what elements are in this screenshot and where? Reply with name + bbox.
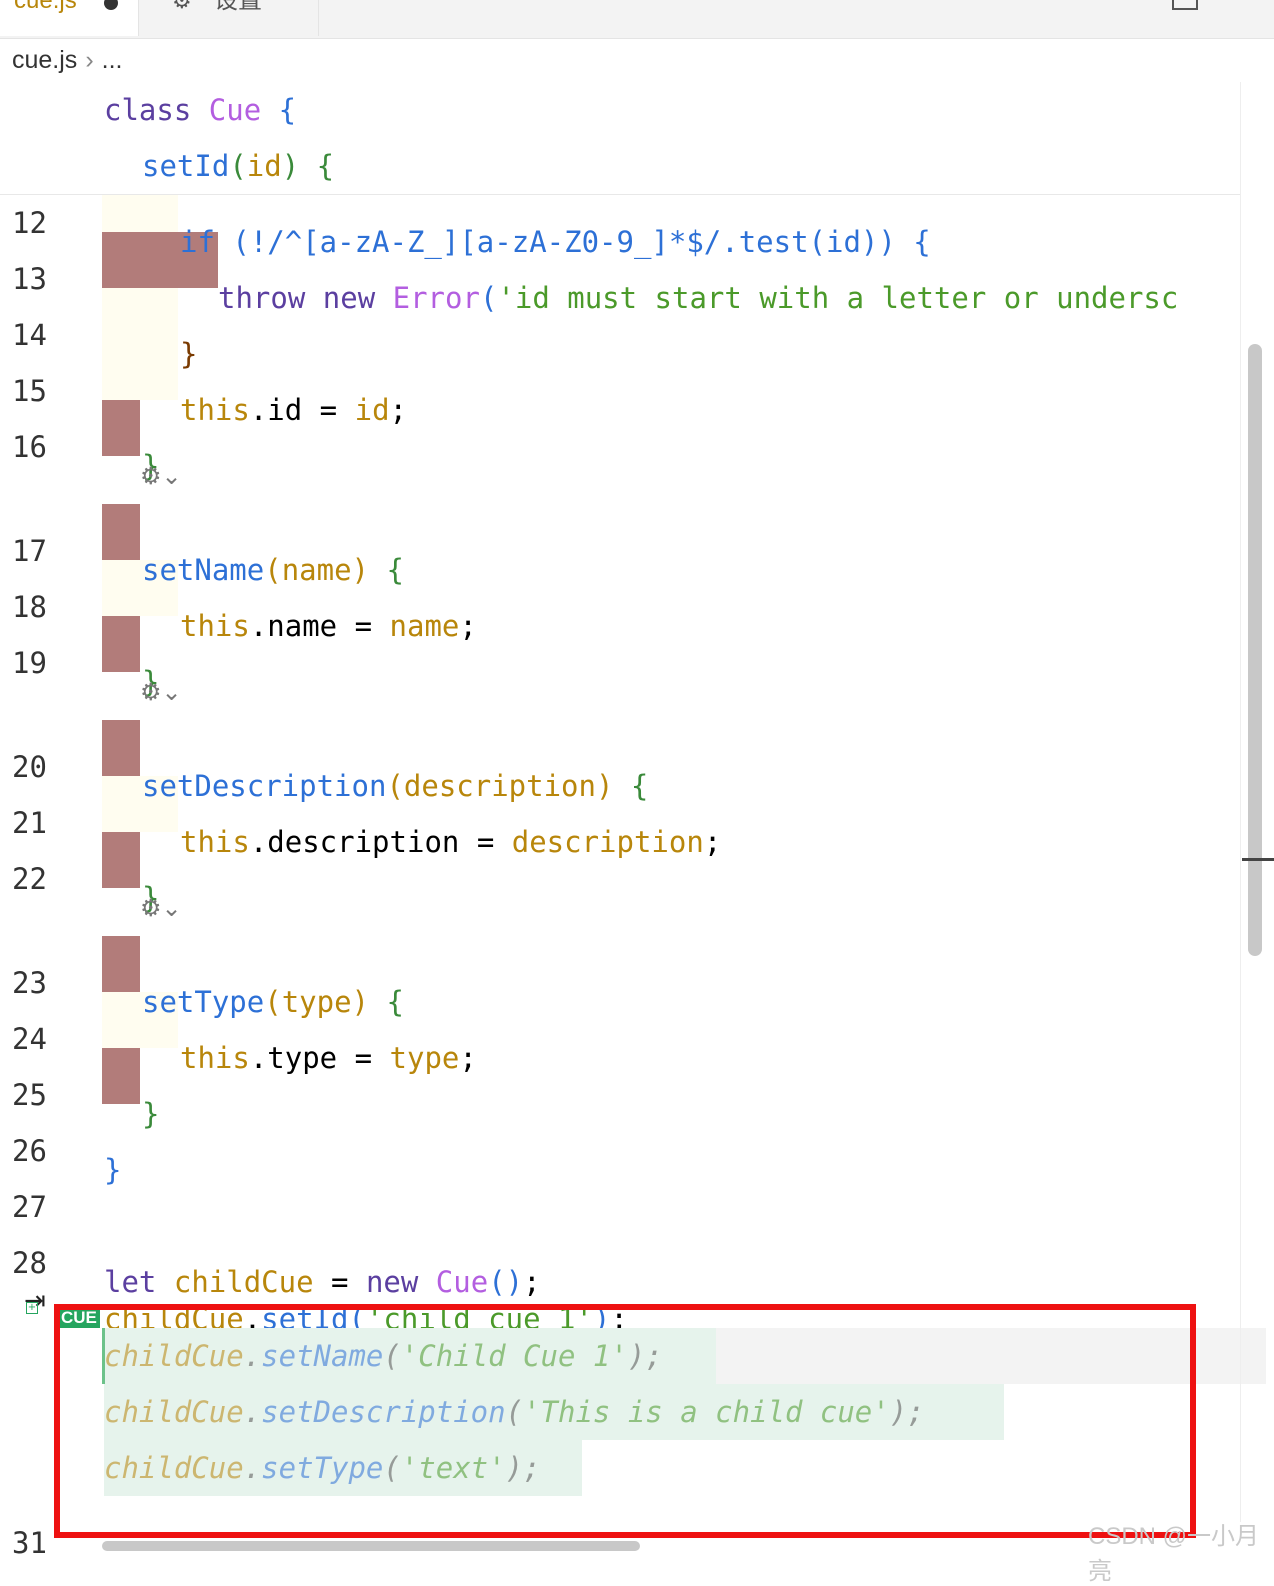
code-line[interactable]: 16 } bbox=[0, 400, 1266, 483]
keyword: class bbox=[104, 93, 192, 127]
paren: ( bbox=[229, 149, 247, 183]
scrollbar-position-marker bbox=[1242, 858, 1274, 861]
watermark: CSDN @一小月亮 bbox=[1088, 1523, 1260, 1585]
chevron-right-icon: › bbox=[85, 46, 94, 74]
tab-label: 设置 bbox=[214, 0, 262, 14]
ai-codelens-icon[interactable]: ⚙⌄ bbox=[140, 462, 182, 490]
horizontal-scrollbar-thumb[interactable] bbox=[102, 1541, 640, 1551]
split-editor-icon[interactable] bbox=[1172, 0, 1198, 10]
class-name: Cue bbox=[208, 93, 262, 127]
line-number: 16 bbox=[12, 430, 47, 464]
code-line[interactable]: 14 } bbox=[0, 288, 1266, 371]
modified-dot-icon[interactable] bbox=[104, 0, 118, 10]
tab-cue-js[interactable]: cue.js bbox=[0, 0, 139, 36]
code-line[interactable]: 24 this.type = type; bbox=[0, 992, 1266, 1075]
code-line[interactable]: 21 this.description = description; bbox=[0, 776, 1266, 859]
vertical-scrollbar-thumb[interactable] bbox=[1248, 344, 1262, 956]
code-line[interactable]: 23 setType(type) { bbox=[0, 936, 1266, 1019]
line-number: 19 bbox=[12, 646, 47, 680]
breadcrumb-more[interactable]: ... bbox=[102, 46, 123, 74]
tab-label: cue.js bbox=[14, 0, 77, 14]
breadcrumb-file[interactable]: cue.js bbox=[12, 46, 77, 74]
code-line[interactable]: 20 setDescription(description) { bbox=[0, 720, 1266, 803]
param: id bbox=[246, 149, 282, 183]
sticky-line-class[interactable]: class Cue { bbox=[104, 82, 296, 138]
tab-bar: cue.js ⚙ 设置 ··· bbox=[0, 0, 1274, 39]
brace: { bbox=[278, 93, 297, 127]
brace: { bbox=[316, 149, 335, 183]
paren: ) bbox=[281, 149, 300, 183]
line-number: 22 bbox=[12, 862, 47, 896]
sticky-scroll-header: class Cue { setId(id) { bbox=[0, 82, 1240, 195]
tab-settings[interactable]: ⚙ 设置 bbox=[140, 0, 319, 36]
ai-codelens-icon[interactable]: ⚙⌄ bbox=[140, 678, 182, 706]
code-line[interactable]: 15 this.id = id; bbox=[0, 344, 1266, 427]
code-line[interactable]: 27 bbox=[0, 1160, 1266, 1224]
code-line[interactable]: 22 } bbox=[0, 832, 1266, 915]
code-line[interactable]: 25 } bbox=[0, 1048, 1266, 1131]
sticky-line-method[interactable]: setId(id) { bbox=[142, 138, 334, 194]
code-line[interactable]: 13 throw new Error('id must start with a… bbox=[0, 232, 1266, 315]
code-line[interactable]: 28 let childCue = new Cue(); bbox=[0, 1216, 1266, 1299]
highlight-box bbox=[54, 1304, 1196, 1538]
method-name: setId bbox=[142, 149, 230, 183]
code-line[interactable]: 19 } bbox=[0, 616, 1266, 699]
more-actions-icon[interactable]: ··· bbox=[1222, 0, 1245, 12]
breadcrumb: cue.js ›... bbox=[12, 46, 122, 75]
code-line[interactable]: 17 setName(name) { bbox=[0, 504, 1266, 587]
ai-codelens-icon[interactable]: ⚙⌄ bbox=[140, 894, 182, 922]
code-line[interactable]: 26 } bbox=[0, 1104, 1266, 1187]
code-line[interactable]: 18 this.name = name; bbox=[0, 560, 1266, 643]
plus-icon[interactable]: + bbox=[26, 1302, 38, 1314]
gear-icon: ⚙ bbox=[172, 0, 192, 13]
